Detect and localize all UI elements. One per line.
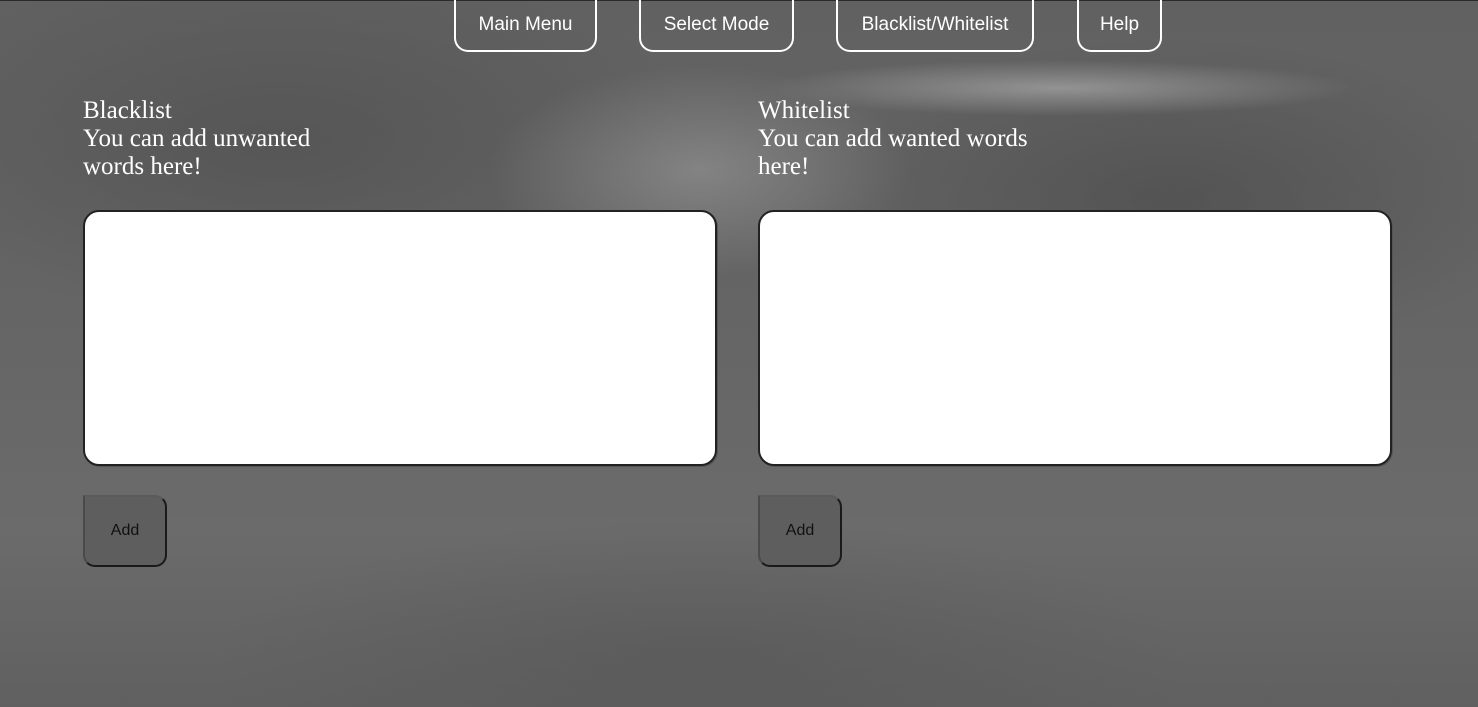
top-navigation: Main Menu Select Mode Blacklist/Whitelis…	[0, 0, 1478, 56]
whitelist-title: Whitelist	[758, 97, 850, 124]
whitelist-description: You can add wanted words here!	[758, 125, 1028, 180]
blacklist-panel: Blacklist You can add unwanted words her…	[83, 97, 717, 567]
blacklist-whitelist-button[interactable]: Blacklist/Whitelist	[836, 0, 1034, 52]
select-mode-button[interactable]: Select Mode	[639, 0, 794, 52]
blacklist-add-button[interactable]: Add	[83, 495, 167, 567]
blacklist-textarea[interactable]	[83, 210, 717, 466]
blacklist-description: You can add unwanted words here!	[83, 125, 311, 180]
whitelist-textarea[interactable]	[758, 210, 1392, 466]
main-menu-button[interactable]: Main Menu	[454, 0, 597, 52]
whitelist-panel: Whitelist You can add wanted words here!…	[758, 97, 1392, 567]
blacklist-title: Blacklist	[83, 97, 172, 124]
whitelist-add-button[interactable]: Add	[758, 495, 842, 567]
help-button[interactable]: Help	[1077, 0, 1162, 52]
